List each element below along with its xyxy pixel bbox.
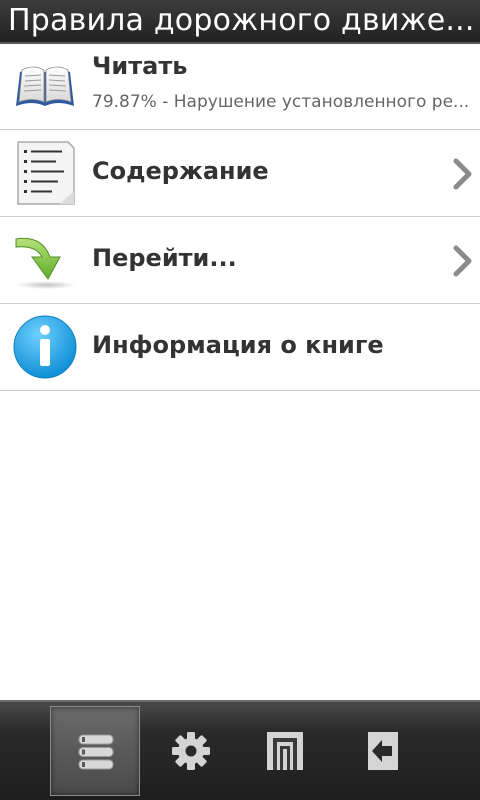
menu-item-contents[interactable]: Содержание: [0, 130, 480, 217]
book-title: Правила дорожного движе...: [8, 3, 475, 38]
exit-button[interactable]: [338, 706, 428, 796]
exit-icon: [368, 732, 398, 770]
chevron-right-icon: [453, 158, 472, 190]
read-label: Читать: [92, 52, 188, 80]
list-icon: [78, 734, 114, 770]
goto-label: Перейти...: [92, 244, 237, 272]
bottom-toolbar: [0, 700, 480, 800]
read-progress-text: 79.87% - Нарушение установленного ре...: [92, 92, 470, 112]
book-info-label: Информация о книге: [92, 331, 384, 359]
menu-button[interactable]: [50, 706, 140, 796]
green-arrow-icon: [15, 237, 76, 289]
gear-icon: [172, 732, 210, 770]
menu-item-goto[interactable]: Перейти...: [0, 217, 480, 304]
document-list-icon: [17, 141, 75, 205]
chevron-right-icon: [453, 245, 472, 277]
menu-item-read[interactable]: Читать 79.87% - Нарушение установленного…: [0, 46, 480, 130]
library-button[interactable]: [240, 706, 330, 796]
info-icon: [13, 315, 77, 379]
book-icon: [16, 66, 74, 106]
contents-label: Содержание: [92, 157, 269, 185]
menu-list: Читать 79.87% - Нарушение установленного…: [0, 46, 480, 391]
settings-button[interactable]: [146, 706, 236, 796]
menu-item-book-info[interactable]: Информация о книге: [0, 304, 480, 391]
title-bar: Правила дорожного движе...: [0, 0, 480, 44]
library-icon: [267, 732, 303, 770]
